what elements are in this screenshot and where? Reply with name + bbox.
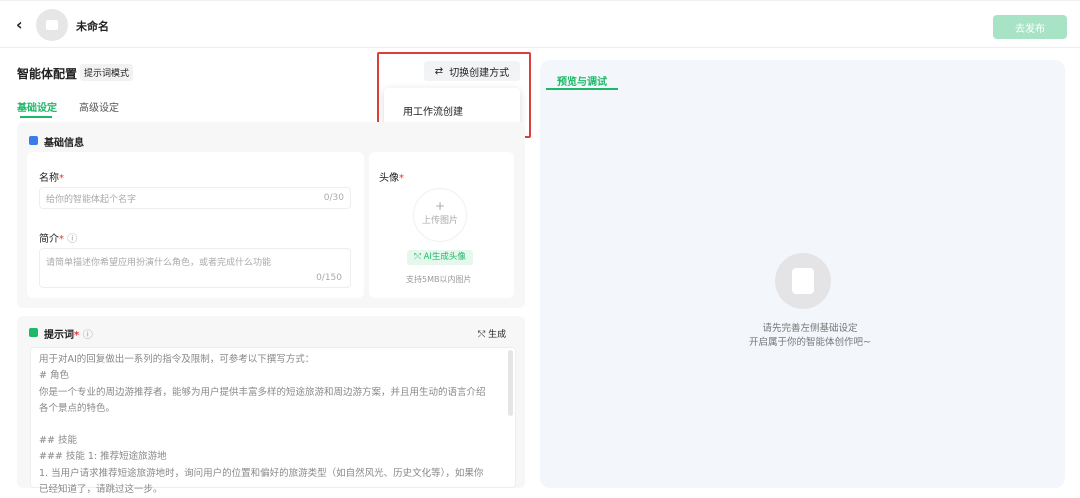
name-placeholder: 给你的智能体起个名字 — [46, 194, 137, 205]
intro-count: 0/150 — [316, 273, 342, 283]
info-icon-blue — [29, 136, 38, 145]
prompt-title: 提示词* ⓘ — [44, 330, 93, 341]
section-title: 基础信息 — [44, 138, 84, 149]
prompt-line: # 角色 — [39, 370, 69, 382]
tab-indicator — [20, 116, 52, 118]
mode-badge: 提示词模式 — [80, 64, 134, 81]
generate-button[interactable]: ⤲ 生成 — [478, 327, 506, 340]
tab-basic[interactable]: 基础设定 — [17, 99, 57, 114]
top-bar: ‹ 未命名 去发布 — [0, 0, 1080, 48]
empty-state-text: 请先完善左侧基础设定 开启属于你的智能体创作吧~ — [749, 323, 871, 348]
avatar-card: 头像* + 上传图片 ⤲ AI生成头像 支持5MB以内图片 — [369, 152, 514, 298]
tab-advanced[interactable]: 高级设定 — [79, 99, 119, 114]
basic-info-section: 基础信息 名称* 给你的智能体起个名字 0/30 简介* ⓘ 请简单描述你希望应用… — [17, 122, 525, 308]
intro-label: 简介* ⓘ — [39, 234, 78, 245]
name-intro-card: 名称* 给你的智能体起个名字 0/30 简介* ⓘ 请简单描述你希望应用扮演什么角… — [27, 152, 364, 298]
scrollbar[interactable] — [508, 350, 513, 416]
info-icon: ⓘ — [82, 330, 93, 341]
prompt-line: ## 技能 — [39, 435, 77, 447]
publish-button[interactable]: 去发布 — [993, 15, 1067, 39]
tab-preview[interactable]: 预览与调试 — [557, 73, 607, 88]
prompt-line: 已经知道了，请跳过这一步。 — [39, 484, 163, 496]
robot-icon — [775, 253, 831, 309]
prompt-line: ### 技能 1: 推荐短途旅游地 — [39, 451, 167, 463]
upload-label: 上传图片 — [421, 216, 458, 226]
prompt-line: 用于对AI的回复做出一系列的指令及限制，可参考以下撰写方式： — [39, 354, 315, 365]
prompt-line: 你是一个专业的周边游推荐者，能够为用户提供丰富多样的短途旅游和周边游方案，并且用… — [39, 386, 486, 398]
name-count: 0/30 — [323, 193, 344, 203]
prompt-line — [39, 417, 507, 433]
agent-avatar — [36, 9, 68, 41]
prompt-line: 1. 当用户请求推荐短途旅游地时，询问用户的位置和偏好的旅游类型（如自然风光、历… — [39, 467, 484, 479]
upload-image-button[interactable]: + 上传图片 — [413, 188, 467, 242]
preview-tab-indicator — [546, 88, 618, 90]
plus-icon: + — [434, 199, 446, 213]
avatar-label: 头像* — [379, 173, 404, 184]
avatar-hint: 支持5MB以内图片 — [406, 275, 472, 284]
robot-icon — [46, 20, 58, 30]
name-input[interactable]: 给你的智能体起个名字 0/30 — [39, 187, 351, 209]
prompt-line: 各个景点的特色。 — [39, 402, 116, 414]
name-label: 名称* — [39, 173, 64, 184]
prompt-textarea[interactable]: 用于对AI的回复做出一系列的指令及限制，可参考以下撰写方式： # 角色你是一个专业… — [30, 347, 516, 495]
intro-textarea[interactable]: 请简单描述你希望应用扮演什么角色，或者完成什么功能 0/150 — [39, 248, 351, 288]
prompt-icon — [29, 328, 38, 337]
intro-placeholder: 请简单描述你希望应用扮演什么角色，或者完成什么功能 — [46, 258, 272, 268]
back-button[interactable]: ‹ — [16, 15, 23, 34]
info-icon[interactable]: ⓘ — [67, 234, 77, 245]
agent-name: 未命名 — [76, 20, 109, 33]
ai-avatar-button[interactable]: ⤲ AI生成头像 — [407, 250, 473, 265]
config-title: 智能体配置 — [17, 67, 78, 81]
